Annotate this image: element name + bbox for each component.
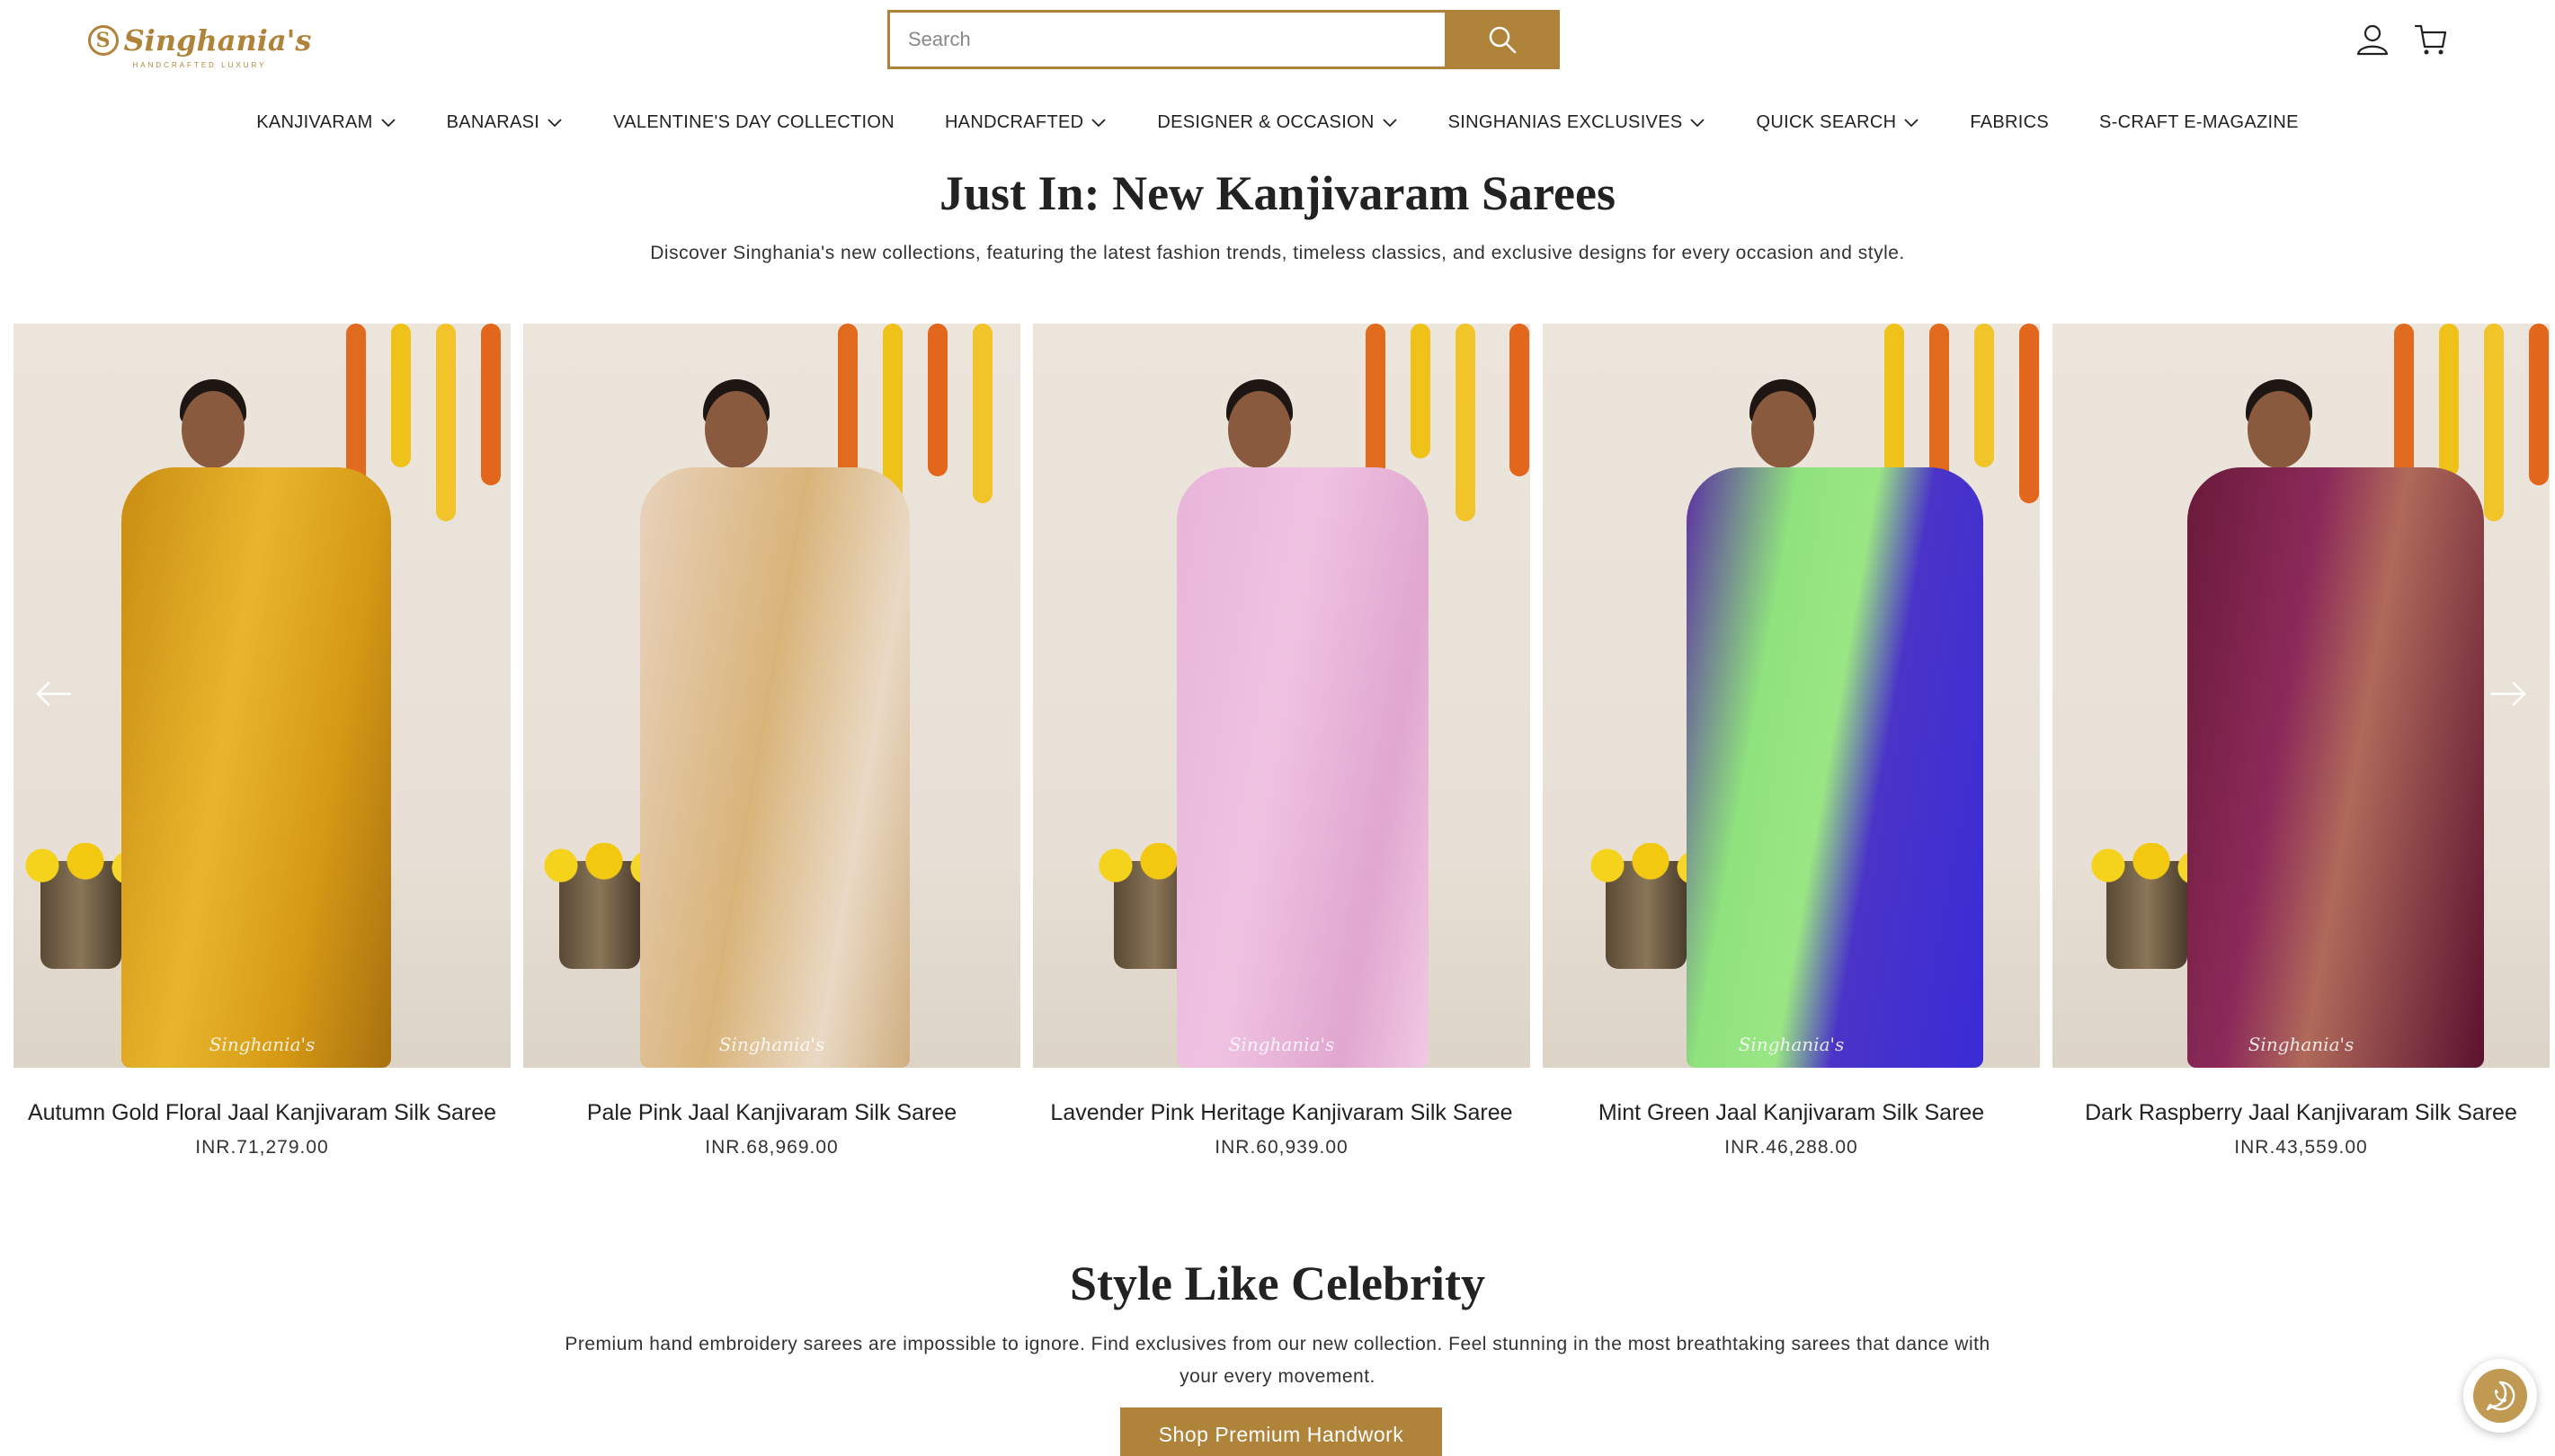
nav-item-label: DESIGNER & OCCASION [1157, 111, 1375, 132]
nav-item-designer-occasion[interactable]: DESIGNER & OCCASION [1157, 112, 1397, 133]
search-bar [887, 10, 1560, 69]
nav-item-kanjivaram[interactable]: KANJIVARAM [256, 112, 396, 133]
chevron-down-icon [1091, 119, 1106, 128]
nav-item-label: VALENTINE'S DAY COLLECTION [613, 111, 895, 132]
product-name[interactable]: Mint Green Jaal Kanjivaram Silk Saree [1543, 1100, 2040, 1126]
shop-premium-handwork-button[interactable]: Shop Premium Handwork [1120, 1407, 1442, 1456]
nav-item-handcrafted[interactable]: HANDCRAFTED [945, 112, 1107, 133]
product-image[interactable]: Singhania's [1033, 324, 1530, 1068]
search-input[interactable] [890, 13, 1445, 67]
product-image[interactable]: Singhania's [13, 324, 511, 1068]
nav-item-quick-search[interactable]: QUICK SEARCH [1756, 112, 1919, 133]
image-watermark: Singhania's [1738, 1034, 1845, 1055]
whatsapp-icon [2486, 1381, 2515, 1411]
cart-icon[interactable] [2413, 22, 2449, 58]
nav-item-label: SINGHANIAS EXCLUSIVES [1447, 111, 1683, 132]
section-description-celebrity: Premium hand embroidery sarees are impos… [565, 1334, 1990, 1387]
section-description-new-arrivals: Discover Singhania's new collections, fe… [650, 243, 1905, 263]
product-name[interactable]: Pale Pink Jaal Kanjivaram Silk Saree [523, 1100, 1020, 1126]
product-price: INR.46,288.00 [1724, 1137, 1858, 1158]
image-watermark: Singhania's [718, 1034, 825, 1055]
nav-item-label: HANDCRAFTED [944, 111, 1084, 132]
chevron-down-icon [1690, 119, 1705, 128]
section-title-new-arrivals: Just In: New Kanjivaram Sarees [939, 166, 1616, 220]
image-watermark: Singhania's [209, 1034, 316, 1055]
nav-item-e-magazine[interactable]: S-CRAFT E-MAGAZINE [2099, 112, 2299, 133]
arrow-left-icon[interactable] [34, 674, 74, 714]
chevron-down-icon [380, 119, 396, 128]
nav-item-valentines[interactable]: VALENTINE'S DAY COLLECTION [613, 112, 895, 133]
product-card[interactable]: Singhania's Mint Green Jaal Kanjivaram S… [1543, 324, 2040, 1159]
product-card[interactable]: Singhania's Lavender Pink Heritage Kanji… [1033, 324, 1530, 1159]
product-name[interactable]: Lavender Pink Heritage Kanjivaram Silk S… [1033, 1100, 1530, 1126]
product-name[interactable]: Dark Raspberry Jaal Kanjivaram Silk Sare… [2052, 1100, 2550, 1126]
product-card[interactable]: Singhania's Pale Pink Jaal Kanjivaram Si… [523, 324, 1020, 1159]
product-image[interactable]: Singhania's [2052, 324, 2550, 1068]
section-title-celebrity: Style Like Celebrity [1070, 1256, 1485, 1310]
product-price: INR.60,939.00 [1215, 1137, 1349, 1158]
search-button[interactable] [1445, 13, 1560, 67]
user-icon[interactable] [2355, 22, 2390, 58]
image-watermark: Singhania's [2248, 1034, 2355, 1055]
product-image[interactable]: Singhania's [1543, 324, 2040, 1068]
whatsapp-button[interactable] [2463, 1359, 2537, 1433]
logo-tagline: HANDCRAFTED LUXURY [132, 60, 267, 69]
product-price: INR.68,969.00 [705, 1137, 839, 1158]
main-nav: KANJIVARAM BANARASI VALENTINE'S DAY COLL… [0, 101, 2555, 144]
product-card[interactable]: Singhania's Dark Raspberry Jaal Kanjivar… [2052, 324, 2550, 1159]
nav-item-label: QUICK SEARCH [1756, 111, 1897, 132]
chevron-down-icon [1383, 119, 1397, 128]
brand-logo[interactable]: S Singhania's HANDCRAFTED LUXURY [87, 18, 311, 74]
product-card[interactable]: Singhania's Autumn Gold Floral Jaal Kanj… [13, 324, 511, 1159]
product-carousel: Singhania's Autumn Gold Floral Jaal Kanj… [13, 324, 2555, 1168]
search-icon [1489, 26, 1517, 54]
product-price: INR.43,559.00 [2234, 1137, 2368, 1158]
chevron-down-icon [548, 119, 562, 128]
product-image[interactable]: Singhania's [523, 324, 1020, 1068]
image-watermark: Singhania's [1228, 1034, 1335, 1055]
nav-item-label: KANJIVARAM [256, 111, 373, 132]
nav-item-label: S-CRAFT E-MAGAZINE [2099, 111, 2299, 132]
page: S Singhania's HANDCRAFTED LUXURY KANJIVA… [0, 0, 2555, 1456]
nav-item-label: FABRICS [1970, 111, 2050, 132]
chevron-down-icon [1904, 119, 1918, 128]
arrow-right-icon[interactable] [2488, 674, 2528, 714]
nav-item-banarasi[interactable]: BANARASI [447, 112, 564, 133]
nav-item-fabrics[interactable]: FABRICS [1970, 112, 2049, 133]
nav-item-exclusives[interactable]: SINGHANIAS EXCLUSIVES [1448, 112, 1706, 133]
nav-item-label: BANARASI [446, 111, 540, 132]
product-name[interactable]: Autumn Gold Floral Jaal Kanjivaram Silk … [13, 1100, 511, 1126]
logo-wordmark: Singhania's [123, 22, 312, 58]
product-price: INR.71,279.00 [195, 1137, 329, 1158]
logo-emblem: S [87, 24, 119, 56]
